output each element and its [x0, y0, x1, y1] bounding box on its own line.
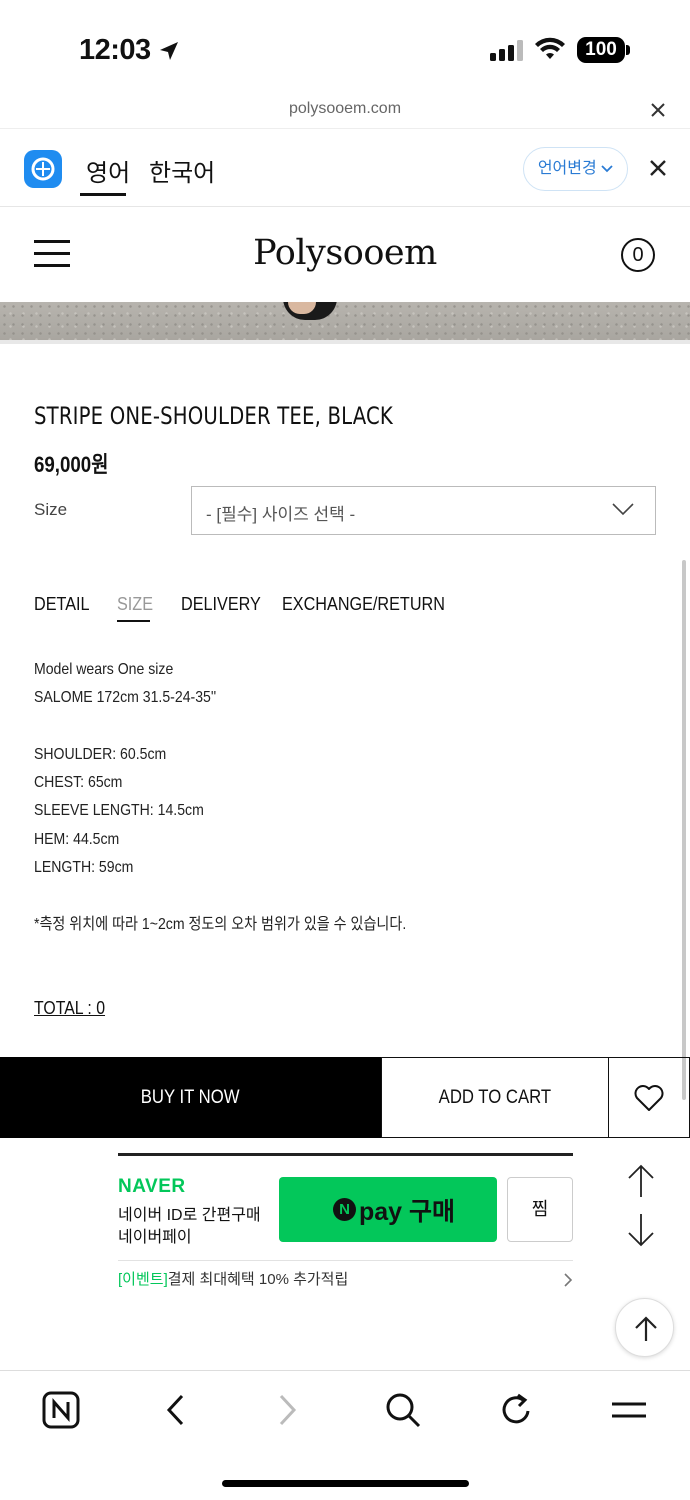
size-select-value: - [필수] 사이즈 선택 - — [206, 505, 356, 524]
language-change-label: 언어변경 — [537, 160, 597, 177]
tab-active-underline — [117, 620, 150, 622]
site-header: Polysooem 0 — [0, 207, 690, 302]
wifi-icon — [535, 37, 565, 59]
naverpay-buy-button[interactable]: N pay 구매 — [279, 1177, 497, 1242]
total-price: TOTAL : 0 — [34, 998, 106, 1018]
cellular-signal-icon — [490, 40, 523, 61]
scroll-to-top-button[interactable] — [615, 1298, 674, 1357]
url-bar[interactable]: polysooem.com — [0, 96, 690, 128]
battery-indicator: 100 — [577, 37, 625, 63]
tab-lang-english[interactable]: 영어 — [86, 153, 130, 188]
scrollbar[interactable] — [682, 560, 686, 1100]
translate-bar: 영어 한국어 언어변경 — [0, 128, 690, 207]
product-title: STRIPE ONE-SHOULDER TEE, BLACK — [34, 402, 393, 430]
close-icon[interactable] — [648, 100, 668, 120]
site-logo[interactable]: Polysooem — [0, 233, 690, 273]
language-change-button[interactable]: 언어변경 — [523, 147, 628, 191]
buy-now-label: BUY IT NOW — [141, 1087, 240, 1108]
measure-note: *측정 위치에 따라 1~2cm 정도의 오차 범위가 있을 수 있습니다. — [34, 915, 407, 933]
add-to-cart-label: ADD TO CART — [438, 1087, 552, 1108]
event-tag: [이벤트] — [118, 1271, 168, 1288]
product-price: 69,000원 — [34, 452, 109, 477]
shoulder-measure: SHOULDER: 60.5cm — [34, 745, 167, 763]
size-select[interactable]: - [필수] 사이즈 선택 - — [191, 486, 656, 535]
length-measure: LENGTH: 59cm — [34, 859, 134, 877]
location-arrow-icon — [160, 42, 178, 60]
model-info: Model wears One size — [34, 661, 174, 678]
chevron-down-icon — [612, 503, 634, 516]
naverpay-event-link[interactable]: [이벤트]결제 최대혜택 10% 추가적립 — [118, 1268, 348, 1289]
naverpay-button-label: pay 구매 — [359, 1198, 456, 1226]
model-measure: SALOME 172cm 31.5-24-35'' — [34, 689, 217, 707]
tab-size[interactable]: SIZE — [117, 594, 153, 615]
zzim-button[interactable]: 찜 — [507, 1177, 573, 1242]
cart-count-button[interactable]: 0 — [621, 238, 655, 272]
search-icon[interactable] — [384, 1391, 422, 1429]
forward-icon[interactable] — [277, 1391, 299, 1429]
url-text[interactable]: polysooem.com — [0, 100, 690, 118]
chest-measure: CHEST: 65cm — [34, 774, 123, 792]
tab-exchange-return[interactable]: EXCHANGE/RETURN — [282, 594, 445, 615]
translate-close-icon[interactable] — [648, 158, 668, 178]
size-label: Size — [34, 500, 68, 519]
naverpay-section: NAVER 네이버 ID로 간편구매 네이버페이 N pay 구매 찜 [이벤트… — [118, 1153, 573, 1293]
naver-home-icon[interactable] — [42, 1391, 80, 1429]
papago-logo-icon — [24, 150, 62, 188]
wishlist-button[interactable] — [608, 1057, 690, 1138]
status-time: 12:03 — [79, 34, 151, 66]
heart-icon — [634, 1085, 664, 1111]
buy-now-button[interactable]: BUY IT NOW — [0, 1057, 381, 1138]
back-icon[interactable] — [164, 1391, 186, 1429]
home-indicator[interactable] — [222, 1480, 469, 1487]
naver-logo: NAVER — [118, 1176, 186, 1197]
chevron-down-icon — [601, 165, 613, 173]
naverpay-n-icon: N — [333, 1198, 356, 1221]
divider — [118, 1260, 573, 1261]
scroll-up-arrow-icon[interactable] — [626, 1163, 656, 1199]
status-bar: 12:03 100 — [0, 0, 690, 96]
add-to-cart-button[interactable]: ADD TO CART — [381, 1057, 609, 1138]
size-details: Model wears One size SALOME 172cm 31.5-2… — [34, 656, 457, 939]
tab-delivery[interactable]: DELIVERY — [181, 594, 261, 615]
naverpay-text: 네이버페이 — [118, 1229, 192, 1246]
menu-icon[interactable] — [610, 1391, 648, 1429]
tab-detail[interactable]: DETAIL — [34, 594, 90, 615]
scroll-down-arrow-icon[interactable] — [626, 1212, 656, 1248]
hem-measure: HEM: 44.5cm — [34, 830, 120, 848]
product-image — [0, 302, 690, 344]
chevron-right-icon[interactable] — [563, 1272, 573, 1288]
arrow-up-icon — [635, 1316, 657, 1341]
battery-nub — [626, 45, 630, 55]
lang-tab-underline — [80, 193, 126, 196]
naver-simple-buy-text: 네이버 ID로 간편구매 — [118, 1207, 261, 1224]
sleeve-measure: SLEEVE LENGTH: 14.5cm — [34, 802, 204, 820]
event-text: 결제 최대혜택 10% 추가적립 — [167, 1271, 349, 1288]
tab-lang-korean[interactable]: 한국어 — [149, 153, 215, 188]
refresh-icon[interactable] — [498, 1391, 534, 1429]
